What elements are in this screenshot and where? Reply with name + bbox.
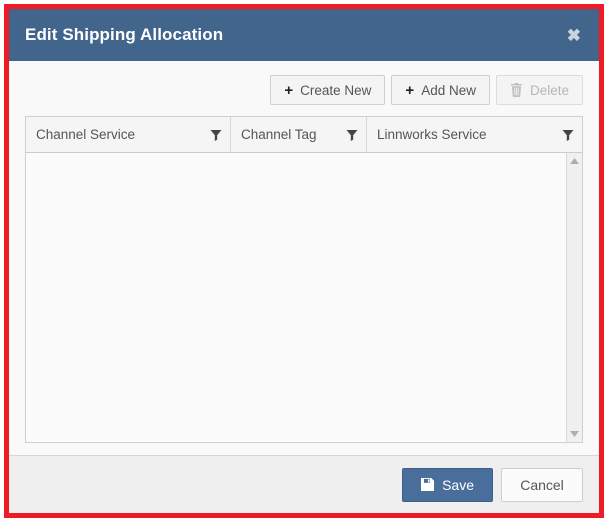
red-highlight-frame: Edit Shipping Allocation ✖ + Create New …: [4, 4, 604, 518]
grid-vertical-scrollbar[interactable]: [566, 153, 582, 442]
dialog-body: + Create New + Add New Delete Channel Se…: [9, 61, 599, 455]
floppy-disk-save-icon: [421, 478, 435, 491]
grid-column-label: Channel Tag: [241, 127, 317, 142]
dialog-title: Edit Shipping Allocation: [25, 25, 224, 44]
shipping-allocation-grid: Channel Service Channel Tag Linnworks Se…: [25, 116, 583, 443]
plus-icon: +: [405, 81, 415, 99]
save-button[interactable]: Save: [402, 467, 493, 502]
grid-rows-container[interactable]: [26, 153, 566, 442]
scroll-down-arrow-icon[interactable]: [567, 426, 583, 442]
dialog-footer: Save Cancel: [9, 455, 599, 513]
filter-funnel-icon[interactable]: [210, 129, 222, 141]
grid-column-label: Channel Service: [36, 127, 136, 142]
create-new-button[interactable]: + Create New: [270, 75, 386, 105]
add-new-button[interactable]: + Add New: [391, 75, 490, 105]
grid-column-header-channel-tag[interactable]: Channel Tag: [231, 117, 367, 152]
trash-icon: [510, 83, 523, 97]
cancel-button[interactable]: Cancel: [501, 467, 583, 502]
plus-icon: +: [284, 81, 294, 99]
dialog-titlebar: Edit Shipping Allocation ✖: [9, 9, 599, 61]
create-new-button-label: Create New: [300, 82, 372, 98]
add-new-button-label: Add New: [421, 82, 476, 98]
scroll-up-arrow-icon[interactable]: [567, 153, 583, 169]
close-icon[interactable]: ✖: [563, 24, 585, 47]
delete-button-label: Delete: [529, 82, 569, 98]
screenshot-viewport: Edit Shipping Allocation ✖ + Create New …: [0, 0, 608, 522]
grid-column-header-channel-service[interactable]: Channel Service: [26, 117, 231, 152]
grid-column-label: Linnworks Service: [377, 127, 487, 142]
edit-shipping-allocation-dialog: Edit Shipping Allocation ✖ + Create New …: [9, 9, 599, 513]
cancel-button-label: Cancel: [520, 476, 564, 493]
delete-button[interactable]: Delete: [495, 75, 583, 105]
grid-toolbar: + Create New + Add New Delete: [25, 75, 583, 105]
filter-funnel-icon[interactable]: [562, 129, 574, 141]
grid-header-row: Channel Service Channel Tag Linnworks Se…: [26, 117, 582, 153]
save-button-label: Save: [442, 476, 474, 493]
grid-column-header-linnworks-service[interactable]: Linnworks Service: [367, 117, 582, 152]
grid-body: [26, 153, 582, 442]
filter-funnel-icon[interactable]: [346, 129, 358, 141]
